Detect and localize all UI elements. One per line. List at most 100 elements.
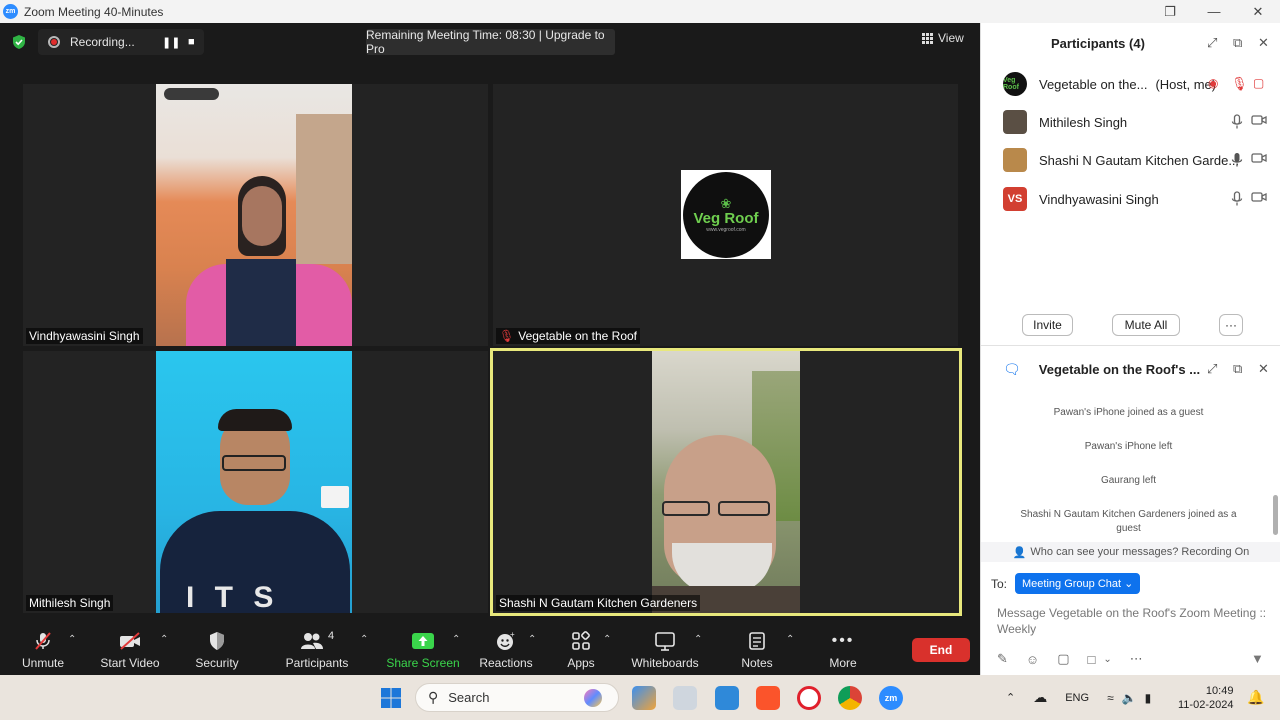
close-panel-icon[interactable]: ✕ (1258, 35, 1269, 51)
clock[interactable]: 10:49 11-02-2024 (1178, 675, 1233, 720)
mic-icon[interactable] (1231, 114, 1247, 130)
recording-dot-icon (48, 36, 60, 48)
maximize-icon[interactable]: ❐ (1148, 0, 1192, 23)
unmute-button[interactable]: Unmute (20, 624, 66, 675)
logo-text: Veg Roof (693, 209, 759, 227)
share-caret-icon[interactable]: ⌃ (452, 634, 460, 645)
reactions-button[interactable]: + Reactions (479, 624, 532, 675)
close-chat-icon[interactable]: ✕ (1258, 361, 1269, 377)
pop-out-chat-icon[interactable]: ⧉ (1233, 361, 1242, 377)
notepad-icon[interactable] (715, 686, 739, 710)
who-can-see-banner[interactable]: 👤 Who can see your messages? Recording O… (981, 542, 1280, 562)
mic-icon[interactable] (1231, 152, 1247, 168)
mic-icon[interactable] (1231, 191, 1247, 207)
onedrive-cloud-icon[interactable]: ☁ (1033, 689, 1047, 706)
chrome-browser-icon[interactable] (838, 686, 862, 710)
participant-row[interactable]: Veg Roof Vegetable on the... (Host, me) … (981, 65, 1280, 103)
apps-caret-icon[interactable]: ⌃ (603, 634, 611, 645)
muted-mic-icon: 🎙 (499, 329, 515, 343)
muted-mic-icon (35, 632, 51, 650)
video-camera-icon[interactable] (1251, 114, 1267, 130)
audio-options-caret-icon[interactable]: ⌃ (68, 634, 76, 645)
chat-system-message: Pawan's iPhone left (1084, 441, 1173, 452)
avatar (1003, 148, 1027, 172)
avatar: Veg Roof (1003, 72, 1027, 96)
video-camera-icon[interactable] (1251, 191, 1267, 207)
view-button[interactable]: View (922, 31, 964, 45)
input-language[interactable]: ENG (1065, 692, 1089, 704)
window-titlebar: zm Zoom Meeting 40-Minutes — ✕ ❐ (0, 0, 1280, 23)
participant-video (652, 351, 800, 613)
video-tile-host[interactable]: ❀ Veg Roof www.vegroof.com 🎙 Vegetable o… (493, 84, 958, 346)
participant-row[interactable]: Mithilesh Singh (981, 103, 1280, 141)
wifi-icon[interactable]: ≈ (1107, 691, 1114, 705)
minimize-glyph (1192, 0, 1236, 23)
brave-browser-icon[interactable] (756, 686, 780, 710)
copilot-app-icon[interactable] (632, 686, 656, 710)
notes-button[interactable]: Notes (738, 624, 776, 675)
participants-button[interactable]: 4 Participants (285, 624, 349, 675)
share-screen-button[interactable]: Share Screen (386, 624, 460, 675)
zoom-app-icon[interactable]: zm (879, 686, 903, 710)
pop-out-icon[interactable]: ⧉ (1233, 35, 1242, 51)
notification-bell-icon[interactable]: 🔔 (1247, 689, 1264, 706)
tile-name-label: 🎙 Vegetable on the Roof (496, 328, 640, 344)
taskbar-search[interactable]: ⚲ Search (415, 683, 619, 712)
collapse-chat-icon[interactable]: ⤢ (1207, 361, 1217, 377)
recording-status-icon: ◉ (1208, 76, 1219, 90)
participant-row[interactable]: VS Vindhyawasini Singh (981, 180, 1280, 218)
mute-all-button[interactable]: Mute All (1112, 314, 1180, 336)
whiteboards-button[interactable]: Whiteboards (630, 624, 700, 675)
share-screen-icon (412, 633, 434, 649)
meeting-toolbar: Unmute ⌃ Start Video ⌃ Security 4 Partic… (0, 624, 980, 675)
remaining-time-banner[interactable]: Remaining Meeting Time: 08:30 | Upgrade … (366, 28, 615, 56)
file-icon[interactable]: ▢ (1057, 651, 1069, 667)
battery-icon[interactable]: ▮ (1145, 691, 1152, 705)
task-view-icon[interactable] (673, 686, 697, 710)
opera-browser-icon[interactable] (797, 686, 821, 710)
show-hidden-icons-icon[interactable]: ⌃ (1006, 691, 1015, 704)
logo-url: www.vegroof.com (706, 226, 746, 233)
more-button[interactable]: ••• More (824, 624, 862, 675)
chat-message-input[interactable]: Message Vegetable on the Roof's Zoom Mee… (997, 605, 1272, 637)
invite-button[interactable]: Invite (1022, 314, 1073, 336)
reactions-caret-icon[interactable]: ⌃ (528, 634, 536, 645)
svg-text:+: + (510, 631, 515, 639)
chat-scrollbar[interactable] (1273, 495, 1278, 535)
video-tile-shashi-active-speaker[interactable]: Shashi N Gautam Kitchen Gardeners (490, 348, 962, 616)
collapse-icon[interactable]: ⤢ (1207, 35, 1217, 51)
veg-roof-logo: ❀ Veg Roof www.vegroof.com (681, 170, 771, 259)
video-camera-icon[interactable] (1251, 152, 1267, 168)
video-off-icon[interactable]: ▢ (1253, 76, 1269, 92)
apps-button[interactable]: Apps (560, 624, 602, 675)
more-tools-caret-icon[interactable]: ⌄ (1103, 654, 1111, 665)
encryption-shield-icon[interactable] (8, 31, 30, 53)
stop-recording-icon[interactable]: ■ (188, 36, 195, 48)
video-off-icon (120, 632, 140, 650)
recipient-dropdown[interactable]: Meeting Group Chat ⌄ (1015, 573, 1141, 594)
security-button[interactable]: Security (192, 624, 242, 675)
pause-recording-icon[interactable]: ❚❚ (162, 36, 180, 49)
more-options-icon[interactable]: ⋯ (1130, 651, 1143, 667)
muted-mic-icon[interactable]: 🎙 (1231, 76, 1248, 92)
participants-caret-icon[interactable]: ⌃ (360, 634, 368, 645)
speaker-muted-icon[interactable]: 🔈 (1122, 691, 1137, 705)
end-meeting-button[interactable]: End (912, 638, 970, 662)
start-video-button[interactable]: Start Video (100, 624, 160, 675)
notes-caret-icon[interactable]: ⌃ (786, 634, 794, 645)
participants-icon (300, 633, 323, 649)
whiteboards-caret-icon[interactable]: ⌃ (694, 634, 702, 645)
windows-start-icon[interactable] (379, 686, 403, 710)
screenshot-icon[interactable]: □ (1087, 652, 1095, 667)
video-tile-mithilesh[interactable]: I T S Mithilesh Singh (23, 351, 488, 613)
format-text-icon[interactable]: ✎ (997, 651, 1008, 667)
close-window-icon[interactable]: ✕ (1236, 0, 1280, 23)
emoji-icon[interactable]: ☺ (1026, 652, 1039, 667)
video-options-caret-icon[interactable]: ⌃ (160, 634, 168, 645)
participant-video (156, 84, 352, 346)
chat-title: Vegetable on the Roof's ... (1038, 361, 1201, 377)
participants-more-button[interactable]: ··· (1219, 314, 1243, 336)
video-tile-vindhyawasini[interactable]: Vindhyawasini Singh (23, 84, 488, 346)
participant-row[interactable]: Shashi N Gautam Kitchen Garde... (981, 141, 1280, 179)
send-icon[interactable]: ▼ (1251, 651, 1264, 666)
